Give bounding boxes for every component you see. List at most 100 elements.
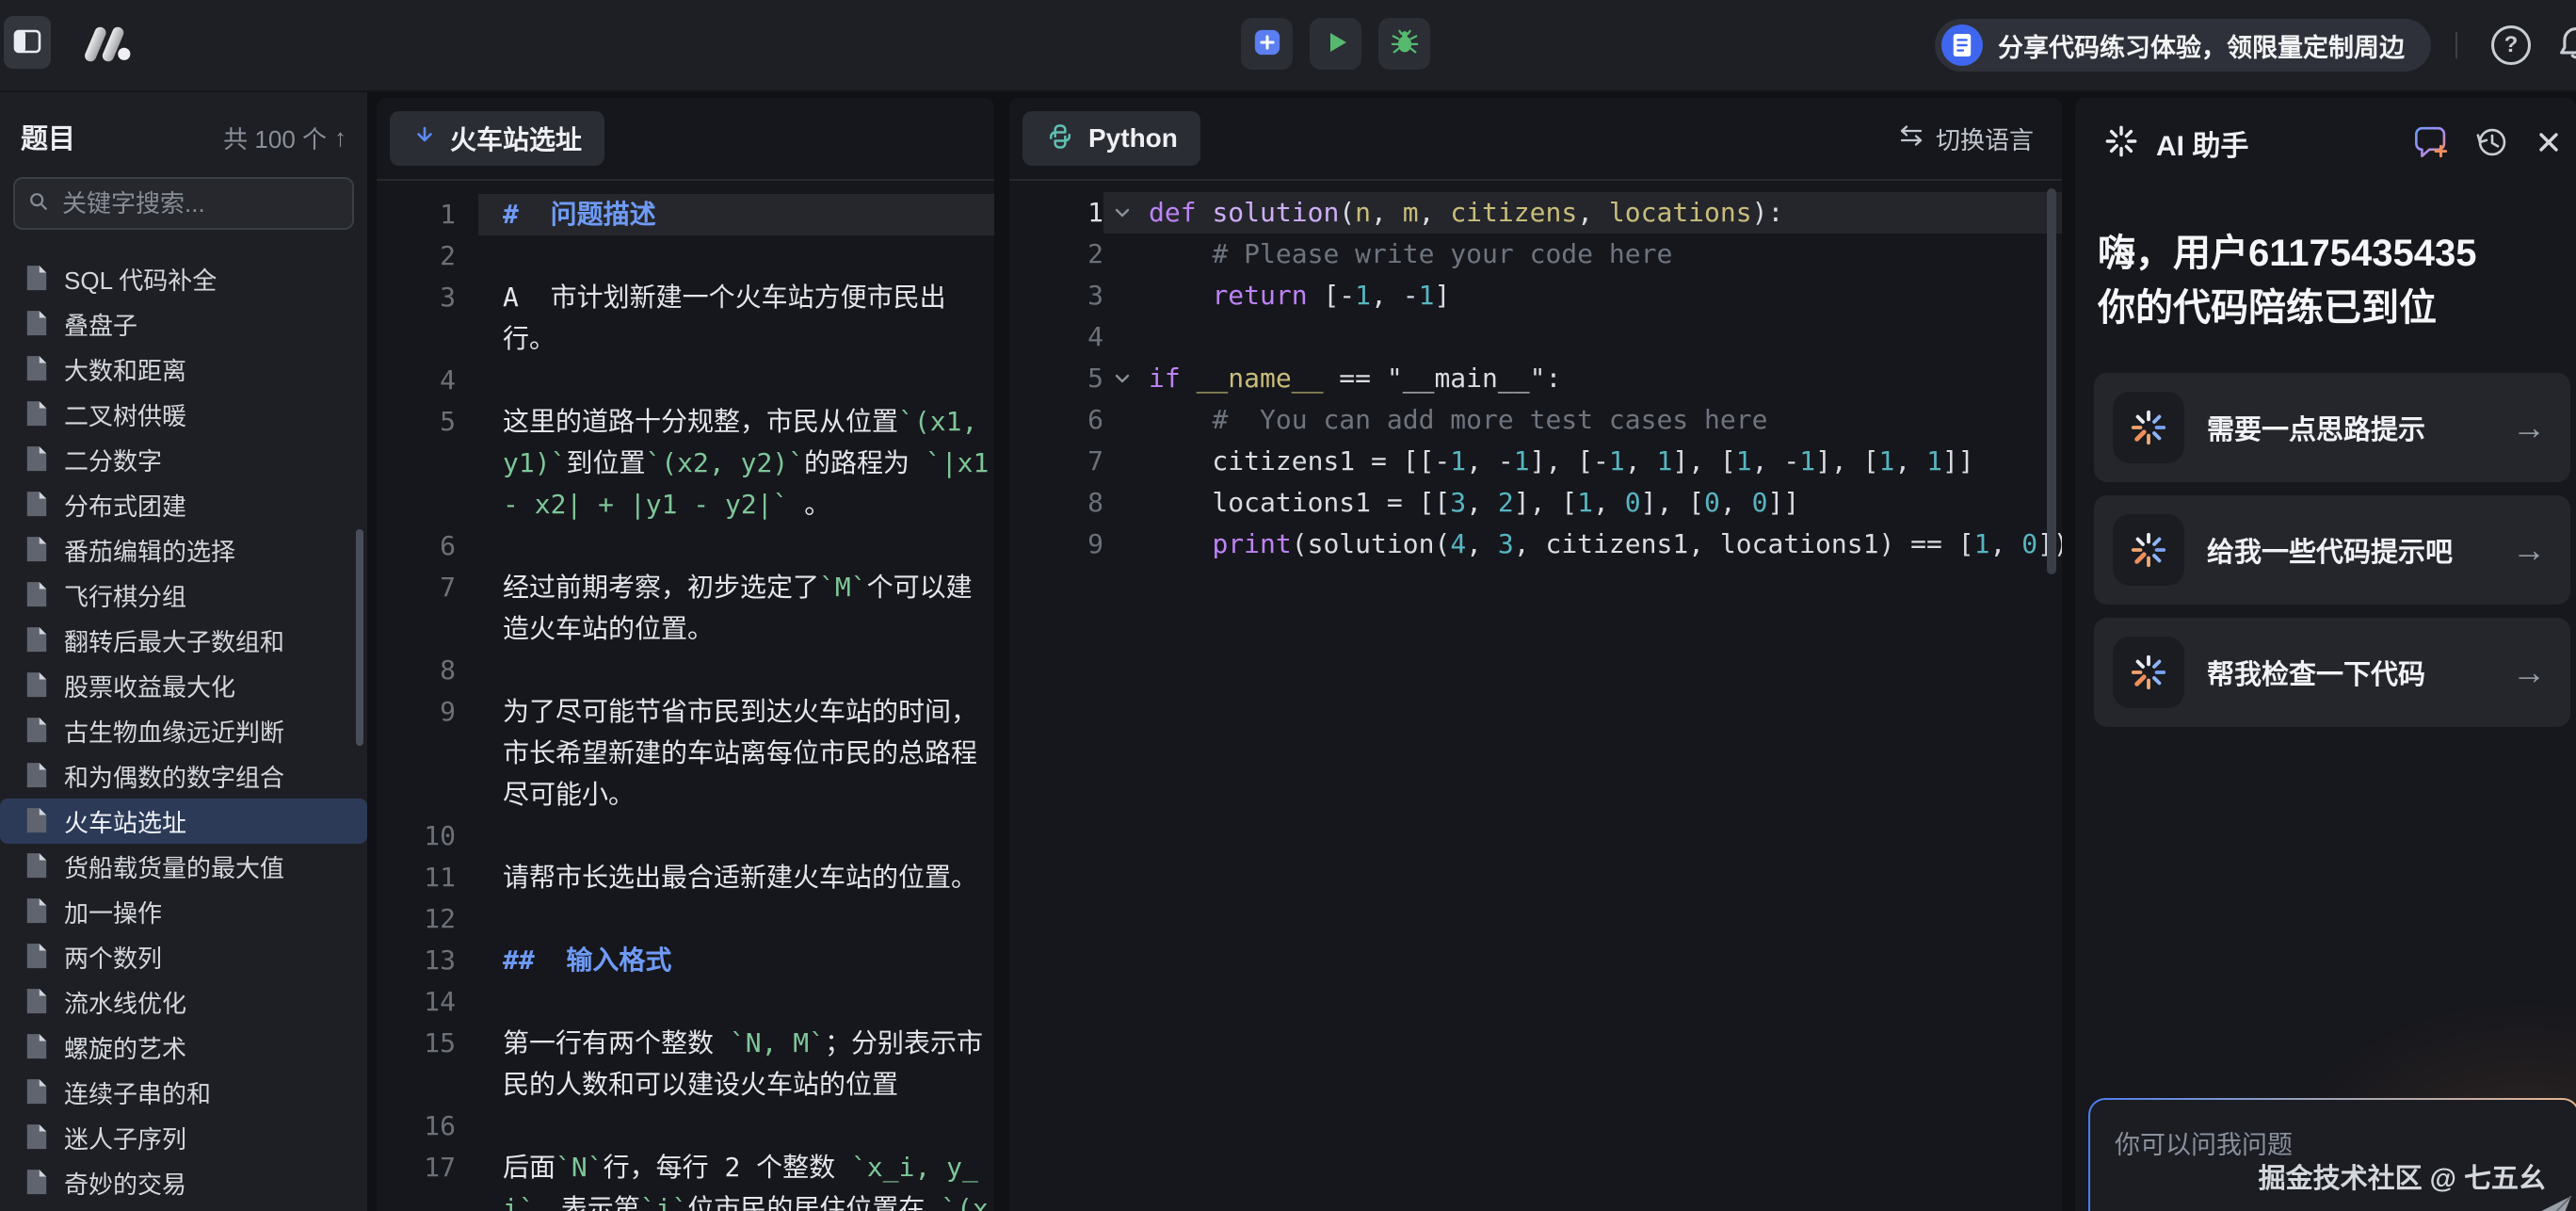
- sidebar-item[interactable]: 和为偶数的数字组合: [0, 753, 367, 799]
- switch-language-label: 切换语言: [1936, 121, 2034, 156]
- sidebar-item[interactable]: 加一操作: [0, 889, 367, 934]
- sidebar-item[interactable]: 火车站选址: [0, 799, 367, 844]
- sidebar-item[interactable]: 奇妙的交易: [0, 1160, 367, 1205]
- close-button[interactable]: [2535, 128, 2563, 159]
- search-input[interactable]: [60, 188, 328, 219]
- suggestion-label: 需要一点思路提示: [2207, 408, 2425, 447]
- suggestion-card[interactable]: 给我一些代码提示吧→: [2094, 495, 2570, 605]
- markdown-line-content: [478, 360, 992, 401]
- sidebar-item-label: 二分数字: [64, 443, 162, 477]
- line-number: 1: [377, 194, 456, 235]
- sidebar-toggle-button[interactable]: [4, 16, 51, 69]
- sidebar-item[interactable]: 番茄编辑的选择: [0, 527, 367, 573]
- code-line[interactable]: 5if __name__ == "__main__":: [1009, 358, 2062, 399]
- fold-chevron-icon[interactable]: [1103, 358, 1141, 399]
- ai-input-box[interactable]: 你可以问我问题 掘金技术社区 @ 七五幺: [2088, 1098, 2576, 1211]
- sidebar-item[interactable]: 翻转后最大子数组和: [0, 618, 367, 663]
- sidebar-item[interactable]: 迷人子序列: [0, 1115, 367, 1160]
- markdown-line[interactable]: 15第一行有两个整数 `N, M`；分别表示市民的人数和可以建设火车站的位置: [377, 1023, 994, 1106]
- help-button[interactable]: ?: [2491, 25, 2531, 65]
- switch-language-button[interactable]: 切换语言: [1898, 121, 2034, 156]
- tab-problem-description[interactable]: 火车站选址: [390, 111, 604, 166]
- notification-button[interactable]: [2555, 23, 2576, 69]
- document-icon: [24, 1169, 49, 1197]
- code-line[interactable]: 8 locations1 = [[3, 2], [1, 0], [0, 0]]: [1009, 482, 2062, 524]
- document-icon: [24, 762, 49, 790]
- markdown-line-content: # 问题描述: [478, 194, 994, 235]
- markdown-line[interactable]: 2: [377, 235, 994, 277]
- sidebar-item[interactable]: 流水线优化: [0, 979, 367, 1025]
- sidebar-item[interactable]: 货船载货量的最大值: [0, 844, 367, 889]
- suggestion-card[interactable]: 帮我检查一下代码→: [2094, 618, 2570, 727]
- history-button[interactable]: [2474, 124, 2510, 163]
- sidebar-header: 题目 共 100 个 ↑: [0, 92, 367, 156]
- sidebar-item[interactable]: 股票收益最大化: [0, 663, 367, 708]
- code-line[interactable]: 4: [1009, 316, 2062, 358]
- code-line[interactable]: 2 # Please write your code here: [1009, 234, 2062, 275]
- code-line-content: [1141, 316, 2062, 358]
- sidebar-item[interactable]: 叠盘子: [0, 301, 367, 347]
- fold-chevron-icon[interactable]: [1103, 192, 1141, 234]
- line-number: 11: [377, 857, 456, 898]
- add-button[interactable]: [1241, 18, 1293, 70]
- markdown-line[interactable]: 16: [377, 1106, 994, 1147]
- sidebar-item[interactable]: 古生物血缘远近判断: [0, 708, 367, 753]
- code-line-content: def solution(n, m, citizens, locations):: [1141, 192, 2062, 234]
- add-icon: [1252, 27, 1282, 60]
- fold-gutter: [1103, 441, 1141, 482]
- sidebar-scrollbar[interactable]: [356, 529, 363, 746]
- sidebar-item[interactable]: SQL 代码补全: [0, 256, 367, 301]
- fold-gutter: [1103, 234, 1141, 275]
- code-line[interactable]: 7 citizens1 = [[-1, -1], [-1, 1], [1, -1…: [1009, 441, 2062, 482]
- sidebar-item[interactable]: 二叉树供暖: [0, 392, 367, 437]
- markdown-line[interactable]: 17后面`N`行，每行 2 个整数 `x_i, y_i`，表示第`i`位市民的居…: [377, 1147, 994, 1211]
- code-line[interactable]: 1def solution(n, m, citizens, locations)…: [1009, 192, 2062, 234]
- sidebar-item[interactable]: 融合公式: [0, 1205, 367, 1211]
- run-button[interactable]: [1310, 18, 1361, 70]
- markdown-line[interactable]: 14: [377, 981, 994, 1023]
- markdown-line[interactable]: 12: [377, 898, 994, 940]
- markdown-line[interactable]: 9为了尽可能节省市民到达火车站的时间，市长希望新建的车站离每位市民的总路程尽可能…: [377, 691, 994, 815]
- sidebar-item[interactable]: 螺旋的艺术: [0, 1025, 367, 1070]
- markdown-line-content: 这里的道路十分规整，市民从位置`(x1, y1)`到位置`(x2, y2)`的路…: [478, 401, 992, 525]
- markdown-line[interactable]: 1 # 问题描述: [377, 194, 994, 235]
- fold-gutter: [1103, 399, 1141, 441]
- markdown-line-content: 后面`N`行，每行 2 个整数 `x_i, y_i`，表示第`i`位市民的居住位…: [478, 1147, 992, 1211]
- sidebar-item[interactable]: 连续子串的和: [0, 1070, 367, 1115]
- markdown-line[interactable]: 8: [377, 650, 994, 691]
- ai-input-inner[interactable]: 你可以问我问题 掘金技术社区 @ 七五幺: [2090, 1100, 2576, 1211]
- markdown-line[interactable]: 5这里的道路十分规整，市民从位置`(x1, y1)`到位置`(x2, y2)`的…: [377, 401, 994, 525]
- sidebar-item[interactable]: 飞行棋分组: [0, 573, 367, 618]
- new-chat-button[interactable]: [2412, 123, 2450, 164]
- markdown-line[interactable]: 13## 输入格式: [377, 940, 994, 981]
- code-line[interactable]: 9 print(solution(4, 3, citizens1, locati…: [1009, 524, 2062, 565]
- sidebar-item[interactable]: 分布式团建: [0, 482, 367, 527]
- sidebar-item-label: 流水线优化: [64, 985, 186, 1020]
- send-button[interactable]: [2538, 1191, 2574, 1211]
- line-number: 8: [1009, 482, 1103, 524]
- search-icon: [28, 191, 49, 217]
- document-icon: [24, 897, 49, 926]
- markdown-line[interactable]: 10: [377, 815, 994, 857]
- markdown-line[interactable]: 4: [377, 360, 994, 401]
- code-line[interactable]: 6 # You can add more test cases here: [1009, 399, 2062, 441]
- markdown-line[interactable]: 3A 市计划新建一个火车站方便市民出行。: [377, 277, 994, 360]
- suggestion-card[interactable]: 需要一点思路提示→: [2094, 373, 2570, 482]
- sidebar-item[interactable]: 二分数字: [0, 437, 367, 482]
- search-box[interactable]: [13, 177, 354, 230]
- tab-python[interactable]: Python: [1022, 111, 1200, 166]
- code-panel: Python 切换语言 1def solution(n, m, citizens…: [1009, 98, 2062, 1211]
- sidebar-item[interactable]: 大数和距离: [0, 347, 367, 392]
- code-scrollbar[interactable]: [2047, 188, 2056, 574]
- code-line[interactable]: 3 return [-1, -1]: [1009, 275, 2062, 316]
- sidebar-item[interactable]: 两个数列: [0, 934, 367, 979]
- markdown-editor[interactable]: 1 # 问题描述23A 市计划新建一个火车站方便市民出行。45这里的道路十分规整，…: [377, 181, 994, 1211]
- markdown-line[interactable]: 7经过前期考察，初步选定了`M`个可以建造火车站的位置。: [377, 567, 994, 650]
- promo-banner[interactable]: 分享代码练习体验，领限量定制周边: [1935, 19, 2431, 72]
- sidebar-item-label: 火车站选址: [64, 804, 186, 839]
- code-editor[interactable]: 1def solution(n, m, citizens, locations)…: [1009, 181, 2062, 565]
- markdown-line[interactable]: 6: [377, 525, 994, 567]
- markdown-line-content: 请帮市长选出最合适新建火车站的位置。: [478, 857, 992, 898]
- debug-button[interactable]: [1378, 18, 1430, 70]
- markdown-line[interactable]: 11 请帮市长选出最合适新建火车站的位置。: [377, 857, 994, 898]
